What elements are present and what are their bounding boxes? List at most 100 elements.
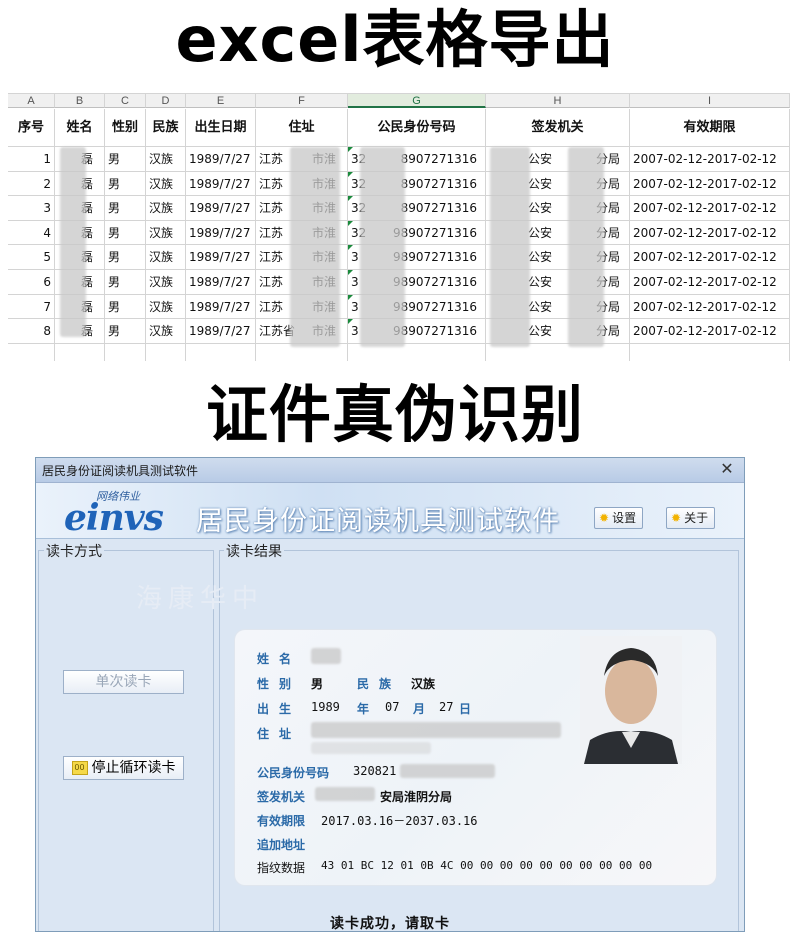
table-cell[interactable]: 1989/7/27 — [186, 171, 256, 197]
window-titlebar: 居民身份证阅读机具测试软件 ✕ — [36, 458, 744, 483]
table-cell[interactable]: 1989/7/27 — [186, 196, 256, 221]
table-header-cell[interactable]: 签发机关 — [486, 109, 630, 147]
about-label: 关于 — [684, 511, 709, 525]
table-header-cell[interactable]: 性别 — [105, 109, 146, 147]
table-cell[interactable]: 男 — [105, 245, 146, 270]
table-header-cell[interactable]: 民族 — [146, 109, 186, 147]
redaction-blur — [60, 147, 86, 337]
table-cell-empty[interactable] — [55, 343, 105, 361]
table-cell[interactable]: 男 — [105, 220, 146, 246]
nation-label: 民族 — [357, 677, 402, 691]
table-header-cell[interactable]: 公民身份号码 — [348, 109, 486, 147]
table-header-cell[interactable]: 住址 — [256, 109, 348, 147]
nation-value: 汉族 — [411, 677, 436, 691]
table-cell[interactable]: 8 — [8, 319, 55, 344]
table-cell[interactable]: 汉族 — [146, 270, 186, 295]
table-cell[interactable]: 4 — [8, 220, 55, 246]
cell-flag-icon — [348, 270, 353, 275]
table-cell[interactable]: 汉族 — [146, 147, 186, 172]
table-cell[interactable]: 男 — [105, 147, 146, 172]
table-cell[interactable]: 男 — [105, 319, 146, 344]
table-header-cell[interactable]: 有效期限 — [630, 109, 790, 147]
table-cell-empty[interactable] — [105, 343, 146, 361]
card-icon: 00 — [71, 761, 88, 775]
table-header-cell[interactable]: 姓名 — [55, 109, 105, 147]
table-cell[interactable]: 2007-02-12-2017-02-12 — [630, 196, 790, 221]
table-cell[interactable]: 汉族 — [146, 220, 186, 246]
single-read-button[interactable]: 单次读卡 — [63, 670, 184, 694]
name-redaction — [311, 648, 341, 664]
table-cell-empty[interactable] — [630, 343, 790, 361]
issuer-label: 签发机关 — [257, 790, 306, 804]
validity-label: 有效期限 — [257, 814, 306, 828]
column-header-h[interactable]: H — [486, 94, 630, 108]
column-header-i[interactable]: I — [630, 94, 790, 108]
excel-sheet: A B C D E F G H I 序号 姓名 性别 民族 出生日期 住址 公民身份号码 签发机关 有效期限 1 磊男… — [8, 93, 790, 361]
table-cell[interactable]: 2007-02-12-2017-02-12 — [630, 270, 790, 295]
table-header-cell[interactable]: 出生日期 — [186, 109, 256, 147]
table-cell-empty[interactable] — [146, 343, 186, 361]
name-label: 姓名 — [257, 652, 302, 666]
top-banner-title: excel表格导出 — [175, 3, 615, 76]
table-cell[interactable]: 2007-02-12-2017-02-12 — [630, 294, 790, 320]
table-cell[interactable]: 男 — [105, 294, 146, 320]
column-header-e[interactable]: E — [186, 94, 256, 108]
issuer-redaction — [315, 787, 375, 801]
column-header-g[interactable]: G — [348, 94, 486, 108]
table-cell[interactable]: 2007-02-12-2017-02-12 — [630, 245, 790, 270]
birth-label: 出生 — [257, 702, 302, 716]
cell-flag-icon — [348, 220, 353, 226]
redaction-blur — [568, 147, 604, 347]
day-char: 日 — [459, 702, 474, 716]
cell-flag-icon — [348, 171, 353, 177]
column-header-f[interactable]: F — [256, 94, 348, 108]
table-cell[interactable]: 2007-02-12-2017-02-12 — [630, 220, 790, 246]
table-cell[interactable]: 汉族 — [146, 171, 186, 197]
id-reader-window: 居民身份证阅读机具测试软件 ✕ 网络伟业 einvs 居民身份证阅读机具测试软件… — [35, 457, 745, 932]
table-cell[interactable]: 1989/7/27 — [186, 245, 256, 270]
cell-flag-icon — [348, 245, 353, 251]
redaction-blur — [490, 147, 530, 347]
table-cell[interactable]: 5 — [8, 245, 55, 270]
issuer-value: 安局淮阴分局 — [380, 790, 453, 804]
app-title: 居民身份证阅读机具测试软件 — [196, 506, 560, 537]
table-cell[interactable]: 1989/7/27 — [186, 294, 256, 320]
table-cell[interactable]: 男 — [105, 270, 146, 295]
middle-banner-title: 证件真伪识别 — [205, 378, 584, 451]
birth-year: 1989 — [311, 700, 340, 714]
sun-icon: ✹ — [599, 511, 610, 525]
about-button[interactable]: ✹ 关于 — [666, 507, 716, 529]
column-header-d[interactable]: D — [146, 94, 186, 108]
stop-loop-read-button[interactable]: 00 停止循环读卡 — [63, 756, 184, 780]
table-cell[interactable]: 男 — [105, 171, 146, 197]
extra-address-label: 追加地址 — [257, 838, 306, 852]
table-cell[interactable]: 1989/7/27 — [186, 147, 256, 172]
table-cell[interactable]: 3 — [8, 196, 55, 221]
column-header-c[interactable]: C — [105, 94, 146, 108]
table-cell[interactable]: 2 — [8, 171, 55, 197]
table-cell[interactable]: 1989/7/27 — [186, 319, 256, 344]
table-cell[interactable]: 7 — [8, 294, 55, 320]
table-cell[interactable]: 汉族 — [146, 319, 186, 344]
table-cell[interactable]: 1989/7/27 — [186, 220, 256, 246]
column-header-a[interactable]: A — [8, 94, 55, 108]
table-cell[interactable]: 1 — [8, 147, 55, 172]
column-header-b[interactable]: B — [55, 94, 105, 108]
table-cell[interactable]: 汉族 — [146, 294, 186, 320]
table-cell-empty[interactable] — [186, 343, 256, 361]
table-cell[interactable]: 汉族 — [146, 196, 186, 221]
table-cell[interactable]: 1989/7/27 — [186, 270, 256, 295]
table-cell[interactable]: 2007-02-12-2017-02-12 — [630, 171, 790, 197]
table-cell[interactable]: 汉族 — [146, 245, 186, 270]
cell-flag-icon — [348, 147, 353, 152]
table-cell[interactable]: 2007-02-12-2017-02-12 — [630, 319, 790, 344]
close-icon[interactable]: ✕ — [718, 460, 736, 478]
table-cell[interactable]: 男 — [105, 196, 146, 221]
table-cell[interactable]: 2007-02-12-2017-02-12 — [630, 147, 790, 172]
table-cell[interactable]: 6 — [8, 270, 55, 295]
settings-button[interactable]: ✹ 设置 — [594, 507, 644, 529]
table-header-cell[interactable]: 序号 — [8, 109, 55, 147]
id-number-label: 公民身份号码 — [257, 766, 330, 780]
cell-flag-icon — [348, 319, 353, 325]
table-cell-empty[interactable] — [8, 343, 55, 361]
